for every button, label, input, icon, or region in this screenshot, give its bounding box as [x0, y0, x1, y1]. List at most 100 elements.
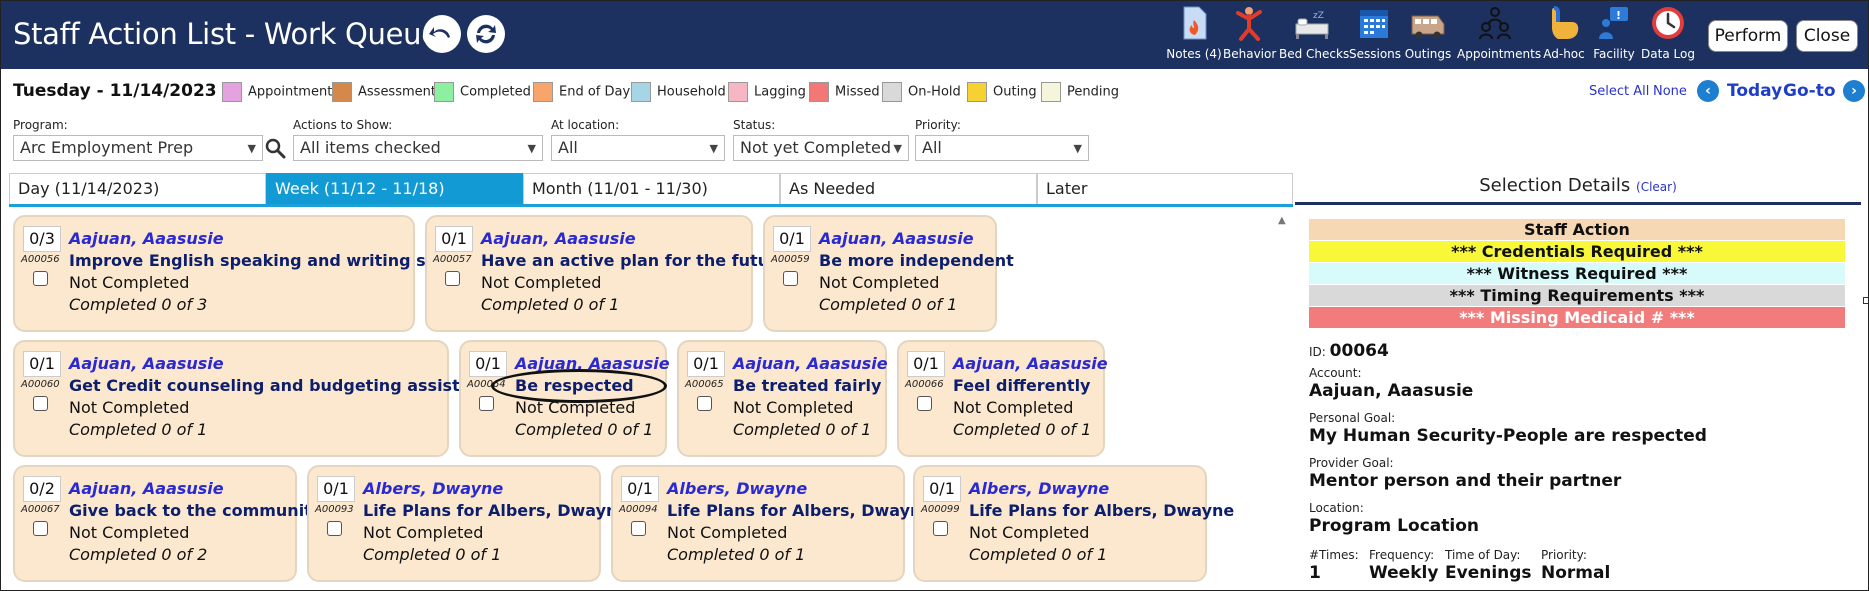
goal-title[interactable]: Improve English speaking and writing ski… — [69, 251, 462, 270]
banner-missing-medicaid: *** Missing Medicaid # *** — [1309, 307, 1845, 328]
select-none-link[interactable]: None — [1653, 84, 1687, 99]
action-checkbox[interactable] — [327, 521, 342, 536]
action-card[interactable]: 0/1 A00066 Aajuan, Aaasusie Feel differe… — [897, 340, 1108, 457]
id-row: ID: 00064 — [1309, 341, 1389, 361]
clock-icon — [1652, 7, 1684, 39]
goto-link[interactable]: Go-to — [1783, 81, 1836, 101]
ad-hoc-tool[interactable]: Ad-hoc — [1541, 4, 1587, 66]
action-card[interactable]: 0/1 A00060 Aajuan, Aaasusie Get Credit c… — [13, 340, 502, 457]
account-name[interactable]: Albers, Dwayne — [969, 479, 1109, 498]
tab-later[interactable]: Later — [1037, 173, 1293, 204]
account-name[interactable]: Aajuan, Aaasusie — [733, 354, 888, 373]
goal-title[interactable]: Life Plans for Albers, Dwayne — [667, 501, 932, 520]
goal-title[interactable]: Feel differently — [953, 376, 1090, 395]
location-label: Location: — [1309, 501, 1364, 515]
account-name[interactable]: Albers, Dwayne — [667, 479, 807, 498]
notes-tool[interactable]: Notes (4) — [1166, 4, 1222, 66]
tab-as-needed[interactable]: As Needed — [780, 173, 1037, 204]
prev-period-icon[interactable]: ‹ — [1697, 80, 1719, 102]
behavior-tool[interactable]: Behavior — [1223, 4, 1276, 66]
next-period-icon[interactable]: › — [1843, 80, 1865, 102]
account-name[interactable]: Aajuan, Aaasusie — [481, 229, 636, 248]
action-card[interactable]: 0/1 A00093 Albers, Dwayne Life Plans for… — [307, 465, 628, 582]
completion-text: Completed 0 of 3 — [69, 295, 208, 314]
goal-title[interactable]: Give back to the community — [69, 501, 322, 520]
undo-arrow-icon[interactable] — [423, 15, 461, 53]
action-checkbox[interactable] — [33, 396, 48, 411]
tab-day[interactable]: Day (11/14/2023) — [9, 173, 266, 204]
action-checkbox[interactable] — [917, 396, 932, 411]
actions-select[interactable]: All items checked ▼ — [293, 135, 543, 161]
id-value: 00064 — [1329, 341, 1389, 361]
action-count: 0/1 — [907, 351, 945, 377]
program-select[interactable]: Arc Employment Prep ▼ — [13, 135, 263, 161]
legend-appointment: Appointment — [222, 82, 332, 102]
action-checkbox[interactable] — [697, 396, 712, 411]
search-icon[interactable] — [264, 137, 286, 159]
bed-icon: zZ — [1295, 11, 1329, 39]
action-card[interactable]: 0/1 A00094 Albers, Dwayne Life Plans for… — [611, 465, 932, 582]
details-title: Selection Details — [1479, 175, 1631, 196]
action-card[interactable]: 0/3 A00056 Aajuan, Aaasusie Improve Engl… — [13, 215, 462, 332]
account-name[interactable]: Albers, Dwayne — [363, 479, 503, 498]
program-label: Program: — [13, 118, 68, 132]
resize-handle[interactable] — [1863, 297, 1868, 304]
scroll-up-icon[interactable]: ▲ — [1278, 215, 1290, 227]
action-id: A00094 — [619, 504, 658, 515]
account-name[interactable]: Aajuan, Aaasusie — [69, 229, 224, 248]
goal-title[interactable]: Be more independent — [819, 251, 1014, 270]
status-select[interactable]: Not yet Completed ▼ — [733, 135, 909, 161]
completion-text: Completed 0 of 1 — [481, 295, 620, 314]
time-of-day-value: Evenings — [1445, 563, 1532, 583]
action-count: 0/1 — [923, 476, 961, 502]
account-name[interactable]: Aajuan, Aaasusie — [69, 354, 224, 373]
status-label: Status: — [733, 118, 776, 132]
action-checkbox[interactable] — [33, 521, 48, 536]
sessions-tool[interactable]: Sessions — [1349, 4, 1401, 66]
action-checkbox[interactable] — [445, 271, 460, 286]
account-name[interactable]: Aajuan, Aaasusie — [953, 354, 1108, 373]
action-card[interactable]: 0/1 A00099 Albers, Dwayne Life Plans for… — [913, 465, 1234, 582]
location-select[interactable]: All ▼ — [551, 135, 725, 161]
action-card[interactable]: 0/1 A00057 Aajuan, Aaasusie Have an acti… — [425, 215, 788, 332]
chevron-down-icon: ▼ — [247, 142, 256, 155]
tab-month[interactable]: Month (11/01 - 11/30) — [523, 173, 780, 204]
page-title: Staff Action List - Work Queue — [13, 17, 439, 51]
completion-text: Completed 0 of 1 — [69, 420, 208, 439]
action-checkbox[interactable] — [33, 271, 48, 286]
tab-week[interactable]: Week (11/12 - 11/18) — [266, 173, 523, 204]
today-link[interactable]: Today — [1727, 81, 1782, 101]
action-checkbox[interactable] — [783, 271, 798, 286]
action-count: 0/1 — [317, 476, 355, 502]
select-all-link[interactable]: Select All — [1589, 84, 1649, 99]
legend-outing: Outing — [967, 82, 1037, 102]
facility-tool[interactable]: ! Facility — [1591, 4, 1637, 66]
priority-select[interactable]: All ▼ — [915, 135, 1089, 161]
action-count: 0/1 — [23, 351, 61, 377]
goal-title[interactable]: Get Credit counseling and budgeting assi… — [69, 376, 502, 395]
data-log-tool[interactable]: Data Log — [1641, 4, 1695, 66]
appointments-tool[interactable]: Appointments — [1457, 4, 1541, 66]
account-name[interactable]: Aajuan, Aaasusie — [819, 229, 974, 248]
action-card[interactable]: 0/1 A00065 Aajuan, Aaasusie Be treated f… — [677, 340, 888, 457]
current-date: Tuesday - 11/14/2023 — [13, 81, 217, 101]
refresh-icon[interactable] — [467, 15, 505, 53]
action-checkbox[interactable] — [631, 521, 646, 536]
goal-title[interactable]: Have an active plan for the future — [481, 251, 788, 270]
action-status: Not Completed — [667, 523, 788, 542]
action-card[interactable]: 0/1 A00059 Aajuan, Aaasusie Be more inde… — [763, 215, 1014, 332]
outings-tool[interactable]: Outings — [1403, 4, 1453, 66]
close-button[interactable]: Close — [1796, 20, 1858, 52]
bed-checks-tool[interactable]: zZ Bed Checks — [1279, 4, 1349, 66]
perform-button[interactable]: Perform — [1708, 20, 1788, 52]
period-tabs: Day (11/14/2023) Week (11/12 - 11/18) Mo… — [9, 173, 1293, 207]
goal-title[interactable]: Life Plans for Albers, Dwayne — [969, 501, 1234, 520]
clear-link[interactable]: (Clear) — [1636, 180, 1677, 194]
goal-title[interactable]: Be treated fairly — [733, 376, 881, 395]
action-checkbox[interactable] — [479, 396, 494, 411]
action-card[interactable]: 0/2 A00067 Aajuan, Aaasusie Give back to… — [13, 465, 322, 582]
action-checkbox[interactable] — [933, 521, 948, 536]
goal-title[interactable]: Life Plans for Albers, Dwayne — [363, 501, 628, 520]
account-name[interactable]: Aajuan, Aaasusie — [69, 479, 224, 498]
action-id: A00066 — [905, 379, 944, 390]
